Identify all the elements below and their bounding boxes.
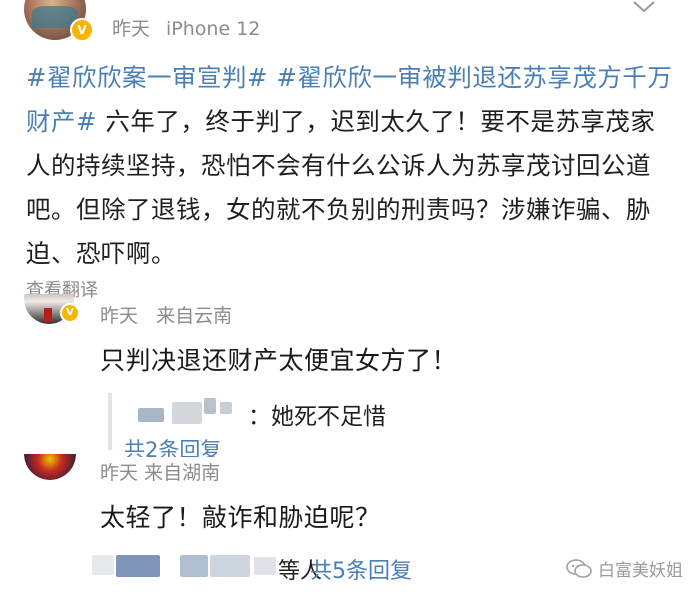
post-text: 六年了，终于判了，迟到太久了！要不是苏享茂家人的持续坚持，恐怕不会有什么公诉人为… xyxy=(26,107,656,268)
post-body: #翟欣欣案一审宣判# #翟欣欣一审被判退还苏享茂方千万财产# 六年了，终于判了，… xyxy=(26,56,676,276)
comment-text: 太轻了！敲诈和胁迫呢？ xyxy=(100,503,381,532)
chevron-down-icon[interactable] xyxy=(632,0,656,14)
comment-location: 来自云南 xyxy=(156,305,233,327)
commenter-avatar[interactable] xyxy=(24,454,76,480)
comment-meta: 昨天 来自云南 xyxy=(100,301,232,328)
comment-meta: 昨天 来自湖南 xyxy=(100,458,220,485)
post-device: iPhone 12 xyxy=(166,18,261,40)
reply-count-link[interactable]: 共2条回复 xyxy=(124,437,221,457)
watermark: 白富美妖姐 xyxy=(566,556,683,584)
comment-text: 只判决退还财产太便宜女方了！ xyxy=(100,346,458,375)
reply-count-link[interactable]: 共5条回复 xyxy=(310,553,412,585)
reply-divider xyxy=(108,393,112,450)
reply-text: ：她死不足惜 xyxy=(248,404,386,430)
hashtag-link[interactable]: #翟欣欣案一审宣判# xyxy=(26,63,268,92)
watermark-text: 白富美妖姐 xyxy=(598,561,683,581)
verified-badge-icon: V xyxy=(70,18,94,42)
post-time: 昨天 xyxy=(112,18,151,40)
post-meta: 昨天 iPhone 12 xyxy=(112,14,260,41)
verified-badge-icon: V xyxy=(60,303,80,323)
comment-time: 昨天 xyxy=(100,305,139,327)
wechat-icon xyxy=(566,559,592,584)
comment-location: 来自湖南 xyxy=(144,462,221,484)
comment-time: 昨天 xyxy=(100,462,139,484)
